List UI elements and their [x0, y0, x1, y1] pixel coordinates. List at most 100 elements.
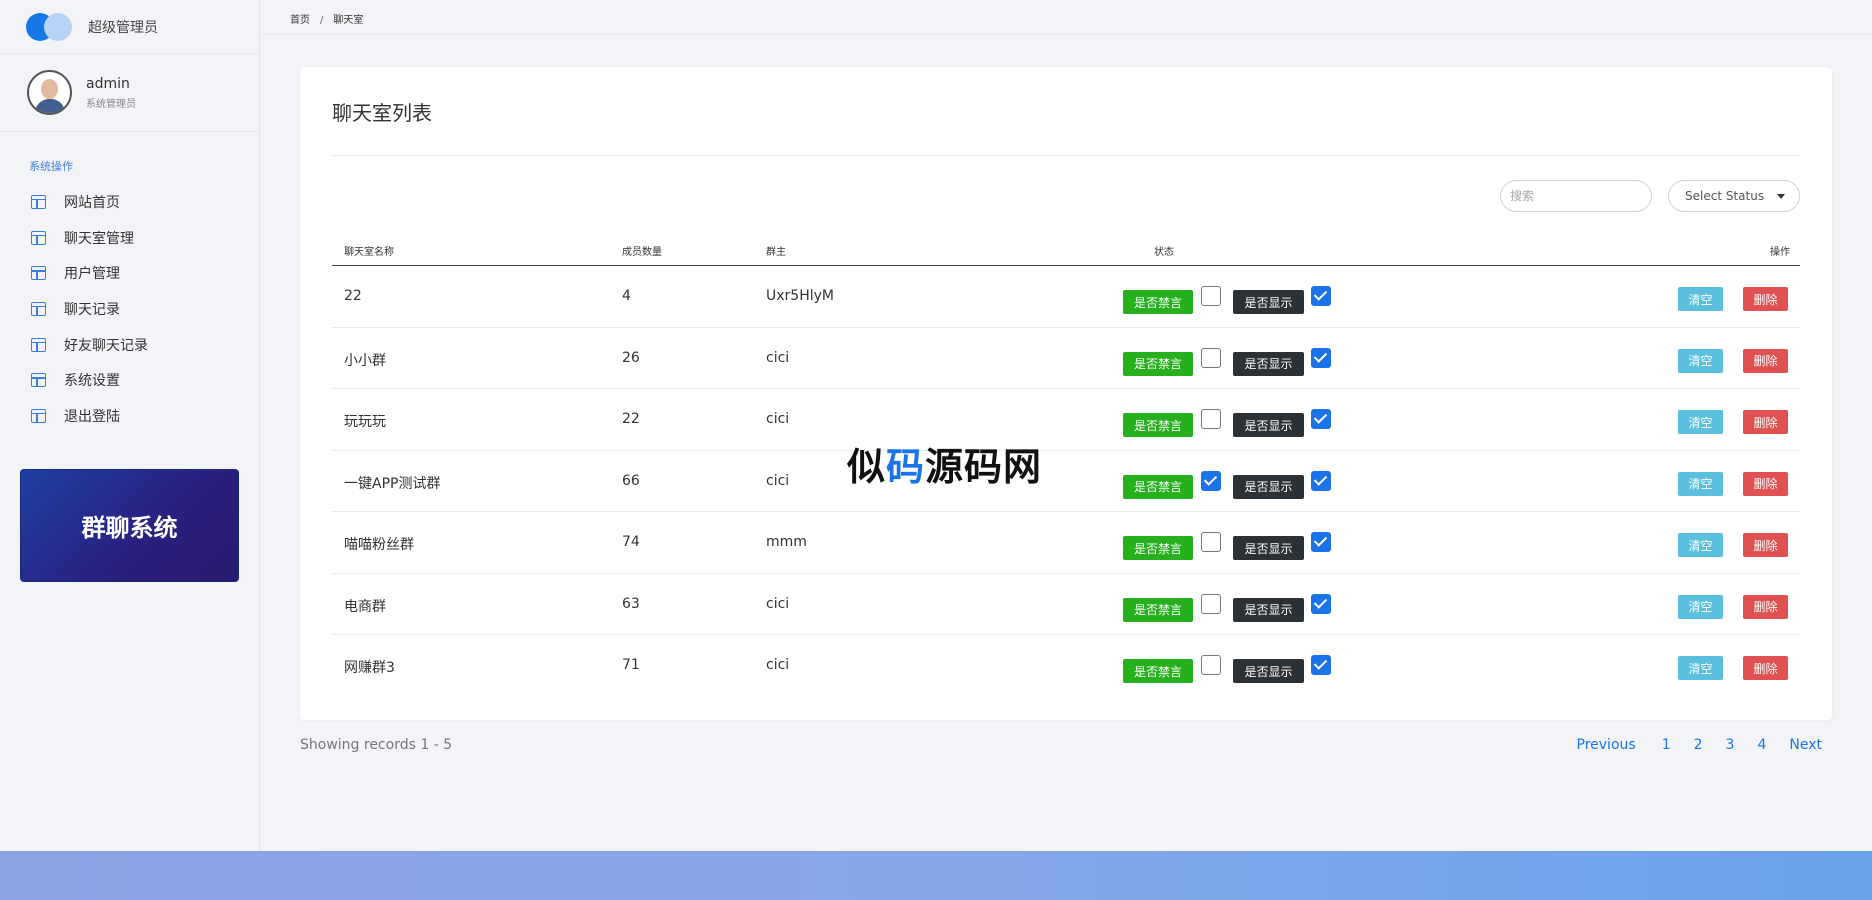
show-toggle-button[interactable]: 是否显示: [1233, 659, 1304, 683]
delete-button[interactable]: 删除: [1743, 348, 1788, 373]
layout-icon: [31, 194, 46, 209]
sidebar-item-label: 聊天记录: [64, 301, 120, 318]
breadcrumb-home[interactable]: 首页: [290, 15, 310, 26]
mute-checkbox[interactable]: [1201, 286, 1221, 306]
show-toggle-button[interactable]: 是否显示: [1233, 474, 1304, 499]
sidebar-item-label: 聊天室管理: [64, 230, 134, 247]
delete-button[interactable]: 删除: [1743, 594, 1788, 619]
room-owner: mmm: [766, 534, 807, 550]
delete-button[interactable]: 删除: [1743, 471, 1788, 496]
pagination-page-2[interactable]: 2: [1694, 737, 1703, 753]
room-owner: Uxr5HlyM: [766, 288, 834, 304]
show-checkbox[interactable]: [1311, 532, 1331, 552]
clear-button[interactable]: 清空: [1678, 656, 1723, 680]
user-name: admin: [86, 75, 130, 92]
show-toggle-button[interactable]: 是否显示: [1233, 413, 1304, 437]
room-name: 网赚群3: [344, 660, 395, 676]
pagination-page-4[interactable]: 4: [1757, 737, 1766, 753]
pagination-page-1[interactable]: 1: [1662, 737, 1671, 753]
layout-icon: [31, 301, 46, 316]
avatar[interactable]: [27, 70, 72, 115]
room-owner: cici: [766, 472, 790, 489]
table-row: 电商群 63 cici 是否禁言 是否显示 清空 删除: [332, 574, 1800, 635]
sidebar-item-label: 退出登陆: [64, 408, 120, 425]
table-row: 喵喵粉丝群 74 mmm 是否禁言 是否显示 清空 删除: [332, 512, 1800, 574]
pagination-page-3[interactable]: 3: [1726, 737, 1735, 753]
sidebar-item-label: 系统设置: [64, 373, 120, 390]
clear-button[interactable]: 清空: [1678, 410, 1723, 434]
breadcrumb-current: 聊天室: [333, 15, 364, 26]
mute-checkbox[interactable]: [1201, 409, 1221, 429]
show-checkbox[interactable]: [1311, 347, 1331, 368]
layout-icon: [31, 408, 46, 423]
header-status: 状态: [1154, 247, 1174, 258]
sidebar-item-6[interactable]: 退出登陆: [0, 398, 259, 434]
divider: [332, 155, 1800, 156]
menu-list: 网站首页聊天室管理用户管理聊天记录好友聊天记录系统设置退出登陆: [0, 184, 259, 434]
mute-checkbox[interactable]: [1201, 593, 1221, 614]
layout-icon: [31, 337, 46, 352]
sidebar-item-0[interactable]: 网站首页: [0, 184, 259, 220]
show-checkbox[interactable]: [1311, 409, 1331, 429]
room-name: 电商群: [344, 598, 386, 615]
mute-toggle-button[interactable]: 是否禁言: [1123, 290, 1193, 314]
clear-button[interactable]: 清空: [1678, 594, 1723, 619]
show-checkbox[interactable]: [1311, 470, 1331, 491]
sidebar-item-4[interactable]: 好友聊天记录: [0, 327, 259, 363]
sidebar-item-3[interactable]: 聊天记录: [0, 291, 259, 327]
mute-toggle-button[interactable]: 是否禁言: [1123, 659, 1193, 683]
room-owner: cici: [766, 411, 790, 427]
delete-button[interactable]: 删除: [1743, 656, 1788, 680]
sidebar-item-5[interactable]: 系统设置: [0, 362, 259, 398]
layout-icon: [31, 373, 46, 388]
clear-button[interactable]: 清空: [1678, 533, 1723, 557]
mute-checkbox[interactable]: [1201, 347, 1221, 368]
clear-button[interactable]: 清空: [1678, 471, 1723, 496]
show-checkbox[interactable]: [1311, 593, 1331, 614]
mute-toggle-button[interactable]: 是否禁言: [1123, 351, 1193, 376]
sidebar: 超级管理员 admin 系统管理员 系统操作 网站首页 聊天室管理 用户管理 聊天记录…: [0, 0, 260, 851]
show-checkbox[interactable]: [1311, 655, 1331, 675]
search-input[interactable]: [1500, 180, 1652, 212]
clear-button[interactable]: 清空: [1678, 287, 1723, 311]
delete-button[interactable]: 删除: [1743, 287, 1788, 311]
chatroom-table: 聊天室名称 成员数量 群主 状态 操作 22 4 Uxr5HlyM 是否禁言 是否显示清…: [332, 232, 1800, 697]
clear-button[interactable]: 清空: [1678, 348, 1723, 373]
watermark: 似码源码网: [847, 436, 1042, 491]
mute-checkbox[interactable]: [1201, 470, 1221, 491]
show-toggle-button[interactable]: 是否显示: [1233, 597, 1304, 622]
show-toggle-button[interactable]: 是否显示: [1233, 290, 1304, 314]
mute-toggle-button[interactable]: 是否禁言: [1123, 597, 1193, 622]
menu-section-title: 系统操作: [29, 160, 73, 173]
chatroom-card: 聊天室列表 Select Status 聊天室名称 成员数量 群主 状态 操作 …: [300, 67, 1832, 720]
delete-button[interactable]: 删除: [1743, 533, 1788, 557]
layout-icon: [31, 230, 46, 245]
room-name: 22: [344, 288, 362, 304]
breadcrumb: 首页 / 聊天室: [261, 0, 1872, 35]
member-count: 22: [622, 411, 640, 427]
header-count: 成员数量: [622, 247, 662, 258]
mute-toggle-button[interactable]: 是否禁言: [1123, 413, 1193, 437]
status-select[interactable]: Select Status: [1668, 180, 1800, 212]
room-name: 小小群: [344, 352, 386, 369]
table-header: 聊天室名称 成员数量 群主 状态 操作: [332, 232, 1800, 266]
mute-checkbox[interactable]: [1201, 655, 1221, 675]
records-info: Showing records 1 - 5: [300, 737, 453, 753]
logo-icon: [26, 12, 74, 41]
brand-title: 超级管理员: [88, 19, 158, 36]
member-count: 26: [622, 349, 640, 366]
watermark-part-2: 码: [886, 445, 926, 489]
delete-button[interactable]: 删除: [1743, 410, 1788, 434]
watermark-part-3: 源码网: [925, 445, 1043, 489]
pagination-previous[interactable]: Previous: [1577, 737, 1636, 753]
show-toggle-button[interactable]: 是否显示: [1233, 351, 1304, 376]
mute-toggle-button[interactable]: 是否禁言: [1123, 474, 1193, 499]
pagination-next[interactable]: Next: [1789, 737, 1822, 753]
sidebar-item-2[interactable]: 用户管理: [0, 255, 259, 291]
mute-checkbox[interactable]: [1201, 532, 1221, 552]
show-checkbox[interactable]: [1311, 286, 1331, 306]
mute-toggle-button[interactable]: 是否禁言: [1123, 536, 1193, 560]
sidebar-item-1[interactable]: 聊天室管理: [0, 220, 259, 256]
show-toggle-button[interactable]: 是否显示: [1233, 536, 1304, 560]
sidebar-item-label: 网站首页: [64, 194, 120, 211]
